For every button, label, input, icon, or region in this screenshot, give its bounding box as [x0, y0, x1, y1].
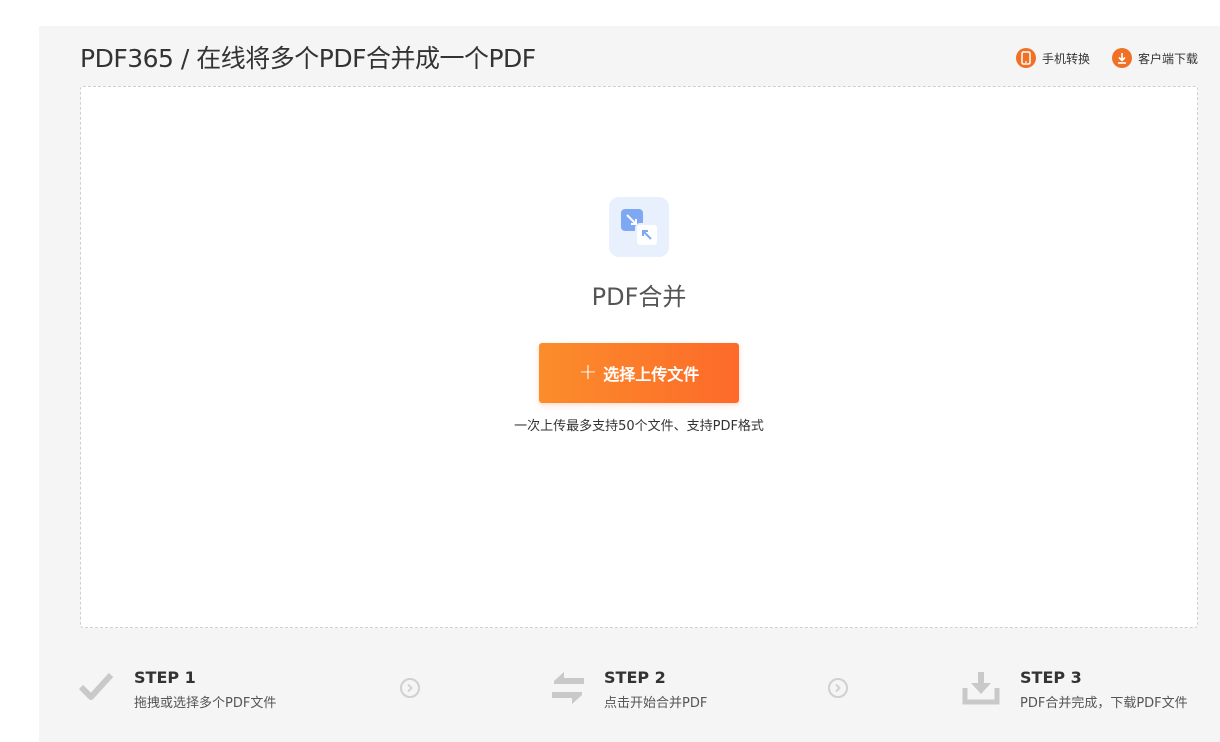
chevron-right-icon: [828, 678, 848, 698]
check-icon: [78, 670, 114, 706]
upload-dropzone[interactable]: PDF合并 + 选择上传文件 一次上传最多支持50个文件、支持PDF格式: [80, 86, 1198, 628]
step-2-title: STEP 2: [604, 668, 666, 687]
step-3: STEP 3 PDF合并完成，下载PDF文件: [962, 666, 1212, 716]
mobile-convert-link[interactable]: 手机转换: [1015, 48, 1090, 68]
tray-download-icon: [962, 670, 1000, 710]
plus-icon: +: [578, 360, 598, 385]
mobile-icon: [1015, 48, 1036, 68]
step-1: STEP 1 拖拽或选择多个PDF文件: [78, 666, 338, 716]
step-1-desc: 拖拽或选择多个PDF文件: [134, 696, 277, 711]
merge-arrows-icon: [609, 197, 669, 257]
step-3-title: STEP 3: [1020, 668, 1082, 687]
swap-arrows-icon: [550, 670, 586, 710]
chevron-right-icon: [400, 678, 420, 698]
tool-name: PDF合并: [591, 283, 687, 311]
upload-hint: 一次上传最多支持50个文件、支持PDF格式: [514, 419, 764, 434]
select-upload-file-button[interactable]: + 选择上传文件: [539, 343, 739, 403]
page-title: PDF365 / 在线将多个PDF合并成一个PDF: [80, 44, 536, 73]
top-links: 手机转换 客户端下载: [1015, 48, 1198, 68]
step-1-title: STEP 1: [134, 668, 196, 687]
step-2: STEP 2 点击开始合并PDF: [550, 666, 810, 716]
step-3-desc: PDF合并完成，下载PDF文件: [1020, 696, 1188, 711]
download-icon: [1111, 48, 1132, 68]
upload-button-label: 选择上传文件: [603, 365, 700, 384]
client-download-link[interactable]: 客户端下载: [1111, 48, 1198, 68]
client-download-label: 客户端下载: [1137, 51, 1198, 66]
mobile-convert-label: 手机转换: [1041, 51, 1090, 66]
step-2-desc: 点击开始合并PDF: [604, 696, 708, 711]
